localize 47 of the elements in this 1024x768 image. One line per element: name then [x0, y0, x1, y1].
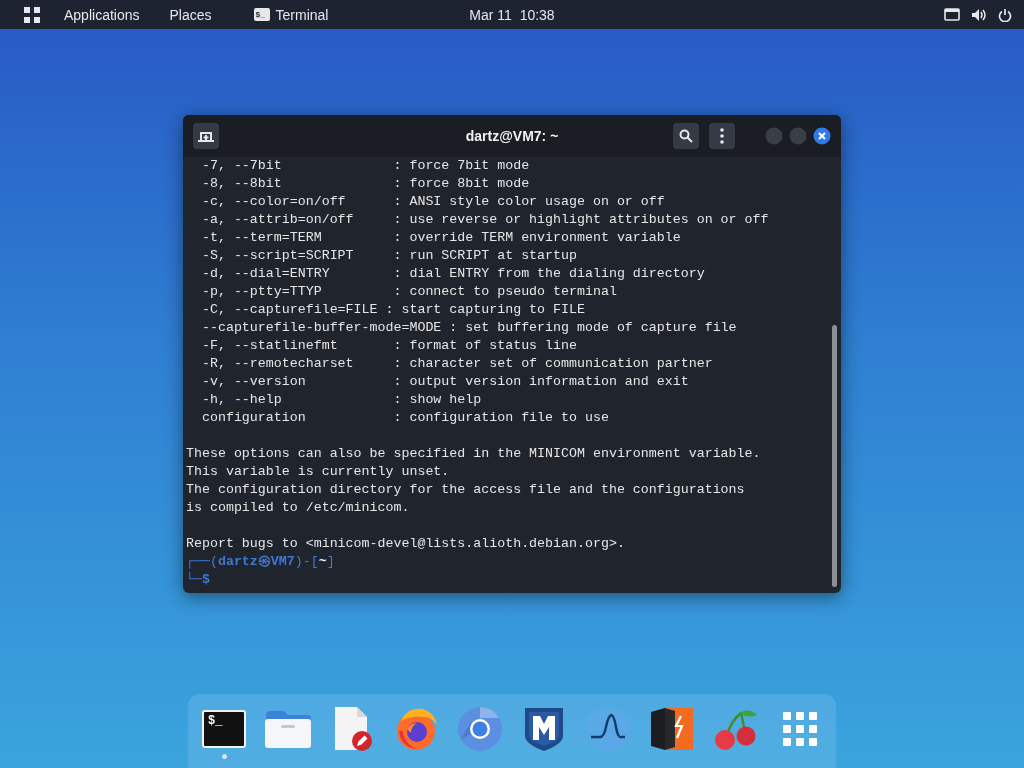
- terminal-line: -S, --script=SCRIPT : run SCRIPT at startup: [200, 247, 578, 265]
- terminal-icon[interactable]: $_: [202, 710, 246, 748]
- app-grid-icon[interactable]: [24, 6, 40, 23]
- terminal-line: -p, --ptty=TTYP : connect to pseudo terminal: [200, 283, 618, 301]
- terminal-line: configuration : configuration file to use: [200, 409, 610, 427]
- terminal-line: -7, --7bit : force 7bit mode: [200, 157, 531, 175]
- ring-icon[interactable]: [457, 706, 503, 752]
- terminal-line: -t, --term=TERM : override TERM environment variable: [200, 229, 682, 247]
- terminal-line: Report bugs to <minicom-devel@lists.alioth.debian.org>.: [186, 535, 626, 553]
- terminal-line: -v, --version : output version information and exit: [200, 373, 690, 391]
- terminal-line: -a, --attrib=on/off : use reverse or highlight attributes on or off: [200, 211, 770, 229]
- menu-item[interactable]: Applications: [64, 2, 140, 27]
- terminal-line: -d, --dial=ENTRY : dial ENTRY from the dialing directory: [200, 265, 706, 283]
- terminal-line: --capturefile-buffer-mode=MODE : set buffering mode of capture file: [200, 319, 738, 337]
- fin-icon[interactable]: [585, 706, 631, 752]
- volume-icon[interactable]: [971, 7, 987, 22]
- clock[interactable]: Mar 11 10:38: [469, 6, 555, 23]
- menu-button[interactable]: [709, 123, 735, 149]
- terminal-line: -8, --8bit : force 8bit mode: [200, 175, 531, 193]
- shield-icon[interactable]: [524, 706, 564, 752]
- scrollbar[interactable]: [832, 325, 837, 587]
- terminal-line: -h, --help : show help: [200, 391, 483, 409]
- menu-icon: [720, 128, 724, 144]
- search-button[interactable]: [673, 123, 699, 149]
- new-tab-icon: [198, 129, 214, 143]
- folder-icon[interactable]: [264, 709, 312, 749]
- menu-item[interactable]: Places: [169, 2, 212, 27]
- terminal-icon: $_: [253, 8, 270, 21]
- bolt-box-icon[interactable]: [649, 706, 695, 752]
- display-icon[interactable]: [944, 7, 960, 22]
- window-title: dartz@VM7: ~: [465, 128, 559, 144]
- terminal-line: -c, --color=on/off : ANSI style color usage on or off: [200, 193, 666, 211]
- terminal-line: -R, --remotecharset : character set of communication partner: [200, 355, 714, 373]
- search-icon: [679, 129, 693, 143]
- app-menu-label[interactable]: Terminal: [275, 6, 329, 23]
- terminal-line: These options can also be specified in the MINICOM environment variable.: [186, 445, 762, 463]
- close-button[interactable]: [813, 127, 831, 145]
- terminal-line: This variable is currently unset.: [186, 463, 451, 481]
- terminal-line: The configuration directory for the access file and the configurations: [186, 481, 746, 499]
- power-icon[interactable]: [998, 7, 1012, 22]
- prompt-line: ┌──(dartz㉿VM7)-[~]: [186, 553, 336, 571]
- terminal-line: -C, --capturefile=FILE : start capturing to FILE: [200, 301, 586, 319]
- terminal-line: -F, --statlinefmt : format of status line: [200, 337, 578, 355]
- new-tab-button[interactable]: [193, 123, 219, 149]
- terminal-line: is compiled to /etc/minicom.: [186, 499, 411, 517]
- document-edit-icon[interactable]: [332, 706, 372, 752]
- prompt-line: └─$: [186, 571, 211, 589]
